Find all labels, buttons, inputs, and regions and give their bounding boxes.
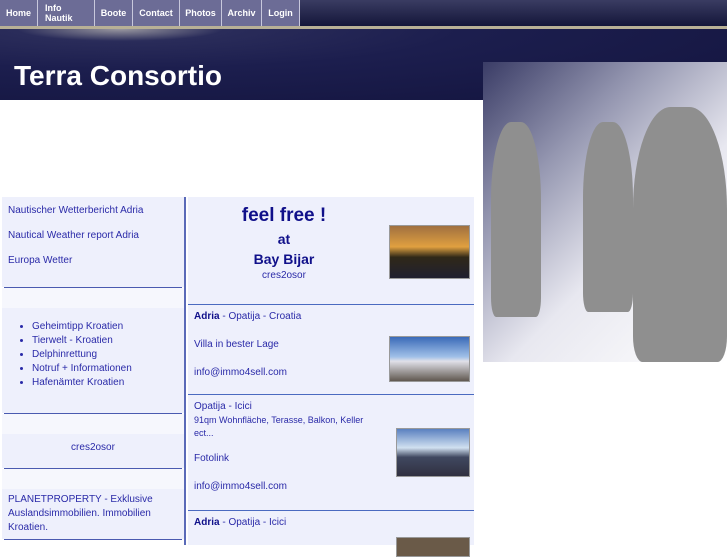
- link-hafenaemter[interactable]: Hafenämter Kroatien: [32, 376, 178, 390]
- nav-home[interactable]: Home: [0, 0, 38, 26]
- link-delphinrettung[interactable]: Delphinrettung: [32, 348, 178, 362]
- link-europa-wetter[interactable]: Europa Wetter: [8, 255, 178, 266]
- promo-sub: cres2osor: [262, 270, 306, 281]
- listing-location: Opatija - Icici: [194, 401, 252, 412]
- nav-boote[interactable]: Boote: [95, 0, 133, 26]
- listing-3: Adria - Opatija - Icici: [188, 511, 474, 557]
- listing-1: Adria - Opatija - Croatia Villa in beste…: [188, 305, 474, 395]
- listing-location: - Opatija - Croatia: [219, 311, 302, 322]
- nav-filler: [300, 0, 727, 26]
- business-handshake-image: [483, 62, 727, 362]
- cres2osor-link[interactable]: cres2osor: [71, 442, 115, 453]
- listing-photo[interactable]: [396, 537, 470, 557]
- top-nav: Home Info Nautik Boote Contact Photos Ar…: [0, 0, 727, 26]
- nav-login[interactable]: Login: [262, 0, 300, 26]
- nav-archiv[interactable]: Archiv: [222, 0, 262, 26]
- link-tierwelt[interactable]: Tierwelt - Kroatien: [32, 334, 178, 348]
- main-content: feel free ! at Bay Bijar cres2osor Adria…: [188, 197, 474, 557]
- promo-section: feel free ! at Bay Bijar cres2osor: [188, 197, 474, 305]
- listing-region: Adria: [194, 517, 220, 528]
- listing-email[interactable]: info@immo4sell.com: [194, 481, 468, 492]
- listing-region: Adria: [194, 311, 220, 322]
- link-nautischer-wetter[interactable]: Nautischer Wetterbericht Adria: [8, 205, 178, 216]
- nav-info-nautik[interactable]: Info Nautik: [38, 0, 95, 26]
- promo-headline: feel free !: [241, 205, 327, 226]
- link-geheimtipp[interactable]: Geheimtipp Kroatien: [32, 320, 178, 334]
- promo-location: Bay Bijar: [253, 251, 315, 267]
- listing-2: Opatija - Icici 91qm Wohnfläche, Terasse…: [188, 395, 474, 511]
- icici-photo[interactable]: [396, 428, 470, 477]
- villa-photo[interactable]: [389, 336, 470, 382]
- left-sidebar: Nautischer Wetterbericht Adria Nautical …: [2, 197, 186, 545]
- sunset-photo[interactable]: [389, 225, 470, 279]
- planetproperty-link[interactable]: PLANETPROPERTY - Exklusive Auslandsimmob…: [8, 494, 153, 533]
- link-notruf[interactable]: Notruf + Informationen: [32, 362, 178, 376]
- link-nautical-weather[interactable]: Nautical Weather report Adria: [8, 230, 178, 241]
- listing-desc: 91qm Wohnfläche, Terasse, Balkon, Keller…: [194, 415, 364, 438]
- site-title: Terra Consortio: [14, 60, 222, 91]
- promo-at: at: [277, 231, 291, 247]
- nav-contact[interactable]: Contact: [133, 0, 180, 26]
- listing-location: - Opatija - Icici: [219, 517, 287, 528]
- nav-photos[interactable]: Photos: [180, 0, 222, 26]
